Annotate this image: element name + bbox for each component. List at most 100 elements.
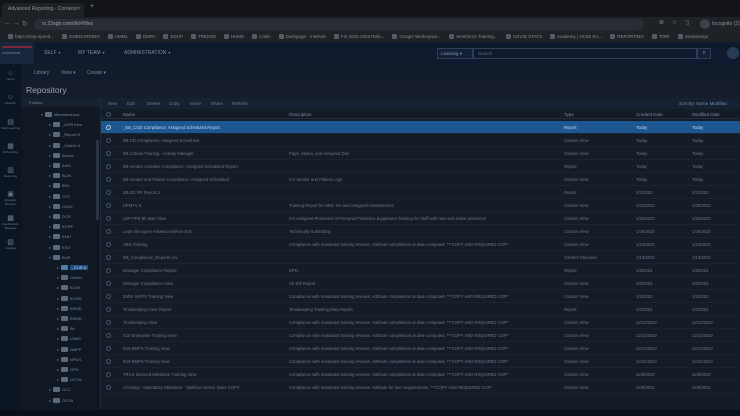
new-tab-icon[interactable]: + — [90, 3, 94, 10]
row-checkbox[interactable] — [106, 385, 111, 390]
cell-name[interactable]: ABS Training — [123, 242, 283, 247]
cell-name[interactable]: Manager Compliance View — [123, 281, 283, 286]
action-share-button[interactable]: Share — [211, 101, 223, 106]
nav-item-analytics-reports[interactable]: ▣ Analytics Reports — [0, 190, 21, 206]
table-row[interactable]: EB CD Compliance, Assigned Scheduled Cust… — [101, 134, 740, 147]
row-checkbox[interactable] — [106, 333, 111, 338]
cell-name[interactable]: _EB_COD Compliance, Assigned Scheduled R… — [123, 125, 283, 130]
folder-item[interactable]: ▸ GCC — [49, 387, 71, 396]
cell-name[interactable]: EB ED PR Report 3 — [123, 190, 283, 195]
table-row[interactable]: ABS Training Compliance with mandated tra… — [101, 238, 740, 251]
nav-item-reporting[interactable]: ▥ Reporting — [0, 166, 21, 178]
folder-item[interactable]: ▸ NPDS — [57, 356, 81, 366]
row-checkbox[interactable] — [106, 229, 111, 234]
table-row[interactable]: TRCS Invoiced Milestone Training View Com… — [101, 368, 740, 381]
select-all-checkbox[interactable] — [106, 112, 111, 117]
folder-item[interactable]: ▸ CFD — [49, 193, 70, 203]
translate-icon[interactable]: ⊕ — [659, 19, 664, 26]
cell-name[interactable]: E19 EMPS Training View — [123, 346, 283, 351]
star-icon[interactable]: ☆ — [672, 19, 677, 26]
folder-item[interactable]: ▸ _EUR A — [57, 265, 89, 274]
folder-item[interactable]: ▸ BFA — [49, 183, 70, 192]
sidepanel-icon[interactable]: ▯ — [686, 19, 689, 26]
cell-name[interactable]: Timekeeping View — [123, 320, 283, 325]
folder-item[interactable]: ▸ Center — [57, 275, 82, 284]
forward-icon[interactable]: → — [13, 20, 20, 27]
sort-control[interactable]: Sort By: Name Modified — [679, 101, 727, 106]
folder-item[interactable]: ▸ EGPE — [49, 224, 73, 233]
column-header-modified-date[interactable]: Modified Date — [692, 112, 720, 117]
action-new-button[interactable]: New — [108, 101, 117, 106]
folder-item[interactable]: ▸ EMH — [49, 234, 71, 243]
row-checkbox[interactable] — [106, 372, 111, 377]
menu-my-team[interactable]: MY TEAM ▾ — [78, 50, 105, 56]
table-row[interactable]: EMSI SHIPS Training View Compliance with … — [101, 290, 740, 303]
back-icon[interactable]: ← — [4, 20, 11, 27]
row-checkbox[interactable] — [106, 216, 111, 221]
nav-item-recently[interactable]: ☺ Recently — [0, 94, 21, 105]
row-checkbox[interactable] — [106, 151, 111, 156]
folder-item[interactable]: ▸ IM — [57, 326, 74, 335]
folder-item[interactable]: ▸ UCTM — [57, 377, 82, 386]
cell-name[interactable]: Manager Compliance Report — [123, 268, 283, 273]
create-menu[interactable]: Create ▾ — [87, 70, 106, 76]
cell-name[interactable]: TRCS Invoiced Milestone Training View — [123, 372, 283, 377]
column-header-description[interactable]: Description — [289, 112, 312, 117]
row-checkbox[interactable] — [106, 190, 111, 195]
cell-name[interactable]: Timekeeping Case Report — [123, 307, 283, 312]
global-search-input[interactable]: Search — [473, 48, 697, 59]
folder-item[interactable]: ▸ ECMS — [57, 295, 82, 305]
cell-name[interactable]: E19 EMPS Training View — [123, 359, 283, 364]
column-header-type[interactable]: Type — [564, 112, 574, 117]
nav-item-dashboards-manager[interactable]: ▩ Dashboards Manager — [0, 214, 21, 230]
row-checkbox[interactable] — [106, 203, 111, 208]
bookmark-item[interactable]: TORI — [651, 32, 670, 42]
table-row[interactable]: Manager Compliance View Ab Tell Report Cus… — [101, 277, 740, 290]
folder-item[interactable]: ▸ DCR — [49, 214, 71, 223]
folder-item[interactable]: ▸ LSMS — [57, 336, 81, 345]
cell-name[interactable]: HPMTV 9 — [123, 203, 283, 208]
row-checkbox[interactable] — [106, 255, 111, 260]
horizontal-scrollbar[interactable] — [0, 410, 740, 416]
cell-name[interactable]: EB Vendor Activities Compliance, Assigne… — [123, 164, 283, 169]
table-row[interactable]: HPMTV 9 Training Report for HBS. Go and A… — [101, 199, 740, 212]
cell-name[interactable]: LEP PPE Bit Man View — [123, 216, 283, 221]
row-checkbox[interactable] — [106, 242, 111, 247]
cell-name[interactable]: EB_Compliance_Reports.csv — [123, 255, 283, 260]
search-scope-select[interactable]: Learning ▾ — [437, 48, 473, 59]
bookmark-item[interactable]: REPORTING — [610, 32, 644, 42]
bookmark-item[interactable]: Academy | NC55 Sci... — [550, 32, 602, 42]
table-row[interactable]: EB Vendor Activities Compliance, Assigne… — [101, 160, 740, 173]
table-row[interactable]: EB Vendor and Patient Compliance, Assign… — [101, 173, 740, 186]
folder-item[interactable]: ▸ AMG — [49, 163, 71, 172]
action-copy-button[interactable]: Copy — [169, 101, 180, 106]
folder-item[interactable]: ▸ BCM — [49, 173, 71, 182]
row-checkbox[interactable] — [106, 138, 111, 143]
row-checkbox[interactable] — [106, 320, 111, 325]
menu-self[interactable]: SELF ▾ — [44, 50, 61, 56]
table-row[interactable]: _EB_COD Compliance, Assigned Scheduled R… — [101, 121, 740, 134]
folder-item[interactable]: ▸ EEMD — [57, 305, 82, 315]
action-refresh-button[interactable]: Refresh — [232, 101, 248, 106]
column-header-name[interactable]: Name — [123, 112, 135, 117]
nav-item-scheduling[interactable]: ▦ Scheduling — [0, 142, 21, 154]
bookmark-item[interactable]: ViewDesign — [677, 32, 708, 42]
folder-item[interactable]: ▸ ECMI — [57, 285, 80, 294]
folder-item[interactable]: ▸ GLOB — [49, 397, 73, 407]
bookmark-item[interactable]: EMPA — [136, 32, 155, 42]
nav-item-home[interactable]: ⌂ Home — [0, 70, 21, 81]
row-checkbox[interactable] — [106, 125, 111, 130]
folder-item[interactable]: ▸ ESG — [49, 244, 70, 254]
row-checkbox[interactable] — [106, 164, 111, 169]
bookmark-item[interactable]: COVID STATS — [505, 32, 542, 42]
library-menu[interactable]: Library — [34, 70, 49, 76]
close-icon[interactable]: × — [77, 6, 80, 12]
bookmark-item[interactable]: https://insp.speed... — [8, 32, 54, 42]
action-delete-button[interactable]: Delete — [147, 101, 160, 106]
folder-item[interactable]: ▾ Miscellaneous — [41, 112, 79, 121]
cell-name[interactable]: Learn Bit Agree Assessor Before Exit — [123, 229, 283, 234]
menu-administration[interactable]: ADMINISTRATION ▾ — [124, 50, 170, 56]
cell-name[interactable]: EB CD Compliance, Assigned Scheduled — [123, 138, 283, 143]
user-avatar[interactable] — [727, 47, 739, 59]
bookmark-item[interactable]: TRIDOM — [190, 32, 216, 42]
